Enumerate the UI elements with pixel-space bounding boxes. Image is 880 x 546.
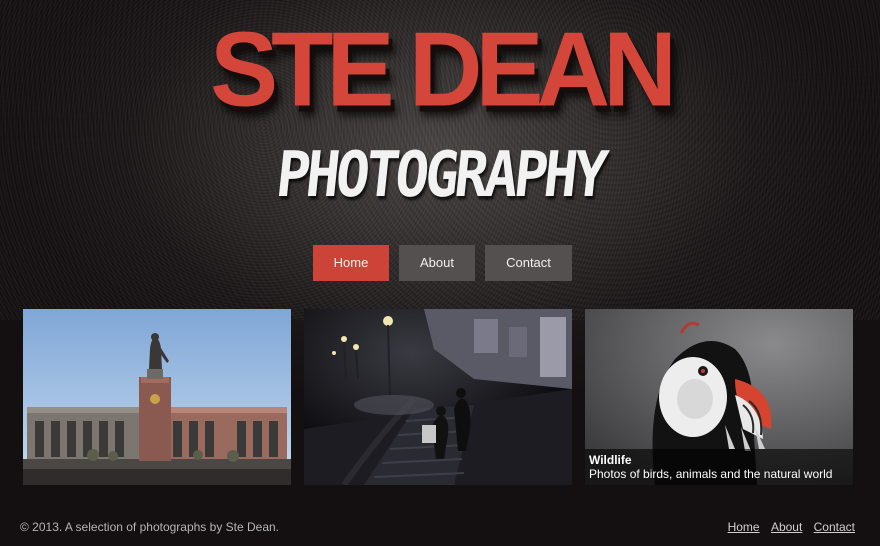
nav-home-button[interactable]: Home xyxy=(313,245,389,281)
caption-description: Photos of birds, animals and the natural… xyxy=(589,467,833,481)
caption-title: Wildlife xyxy=(589,453,632,467)
logo-subtitle: PHOTOGRAPHY xyxy=(272,139,608,212)
footer-link-contact[interactable]: Contact xyxy=(814,520,855,534)
nav-contact-button[interactable]: Contact xyxy=(485,245,572,281)
wildlife-caption: Wildlife Photos of birds, animals and th… xyxy=(585,449,853,485)
monument-photo xyxy=(23,309,291,485)
gallery-tile-wildlife[interactable]: Wildlife Photos of birds, animals and th… xyxy=(585,309,853,485)
logo-title: STE DEAN xyxy=(210,9,677,129)
footer-link-about[interactable]: About xyxy=(771,520,802,534)
nav-about-button[interactable]: About xyxy=(399,245,475,281)
footer-link-home[interactable]: Home xyxy=(728,520,760,534)
night-stairs-photo xyxy=(304,309,572,485)
copyright-text: © 2013. A selection of photographs by St… xyxy=(20,520,280,534)
gallery-tile-monument[interactable] xyxy=(23,309,291,485)
footer-nav: Home About Contact xyxy=(720,520,855,534)
gallery-tile-night-stairs[interactable] xyxy=(304,309,572,485)
